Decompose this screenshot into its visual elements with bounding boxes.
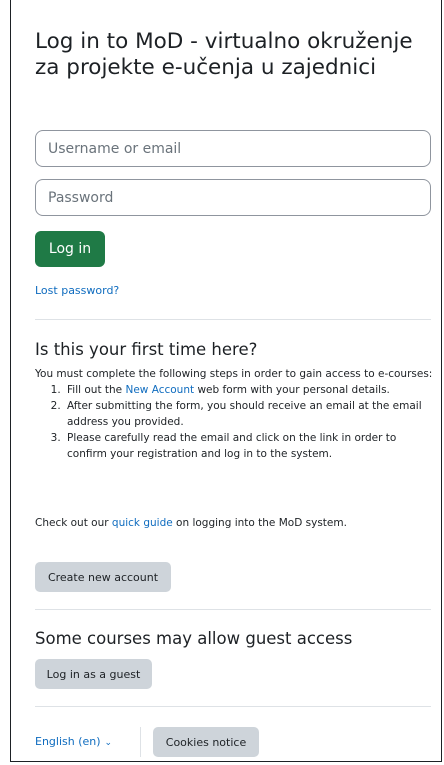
first-time-instructions: You must complete the following steps in… bbox=[35, 366, 435, 462]
instructions-intro: You must complete the following steps in… bbox=[35, 368, 433, 380]
login-button[interactable]: Log in bbox=[35, 231, 105, 267]
first-time-heading: Is this your first time here? bbox=[35, 340, 258, 359]
step-text: web form with your personal details. bbox=[194, 384, 390, 396]
guide-text: on logging into the MoD system. bbox=[172, 517, 347, 529]
guide-text: Check out our bbox=[35, 517, 112, 529]
login-frame: Log in to MoD - virtualno okruženje za p… bbox=[10, 0, 442, 762]
quick-guide-link[interactable]: quick guide bbox=[112, 517, 173, 529]
create-account-button[interactable]: Create new account bbox=[35, 562, 171, 592]
step-text: Fill out the bbox=[67, 384, 126, 396]
step-item: After submitting the form, you should re… bbox=[64, 398, 435, 430]
step-item: Please carefully read the email and clic… bbox=[64, 430, 435, 462]
language-selector[interactable]: English (en) ⌄ bbox=[35, 735, 112, 748]
username-input[interactable] bbox=[35, 130, 431, 167]
cookies-notice-button[interactable]: Cookies notice bbox=[153, 727, 259, 757]
footer-separator bbox=[140, 727, 141, 757]
page-title: Log in to MoD - virtualno okruženje za p… bbox=[35, 29, 413, 80]
guest-login-button[interactable]: Log in as a guest bbox=[35, 659, 152, 689]
password-input[interactable] bbox=[35, 179, 431, 216]
steps-list: Fill out the New Account web form with y… bbox=[35, 382, 435, 462]
divider bbox=[35, 319, 431, 320]
new-account-link[interactable]: New Account bbox=[125, 384, 194, 396]
guest-access-heading: Some courses may allow guest access bbox=[35, 629, 353, 648]
divider bbox=[35, 706, 431, 707]
chevron-down-icon: ⌄ bbox=[104, 738, 113, 748]
lost-password-link[interactable]: Lost password? bbox=[35, 284, 119, 297]
step-item: Fill out the New Account web form with y… bbox=[64, 382, 435, 398]
quick-guide-text: Check out our quick guide on logging int… bbox=[35, 515, 347, 531]
divider bbox=[35, 609, 431, 610]
language-label: English (en) bbox=[35, 735, 101, 748]
